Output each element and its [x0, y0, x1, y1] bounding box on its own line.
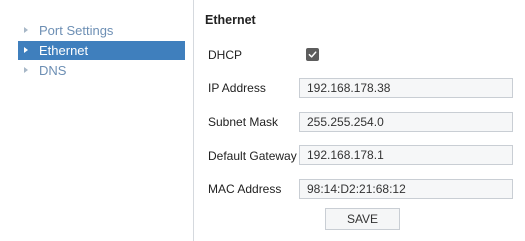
dhcp-checkbox[interactable] — [306, 48, 319, 61]
sidebar-item-label: DNS — [39, 63, 67, 78]
triangle-right-icon — [24, 26, 34, 35]
subnet-mask-label: Subnet Mask — [208, 115, 279, 129]
mac-address-label: MAC Address — [208, 182, 282, 196]
default-gateway-field[interactable] — [299, 145, 513, 165]
ip-address-label: IP Address — [208, 81, 266, 95]
sidebar: Port Settings Ethernet DNS — [0, 0, 194, 241]
mac-address-field[interactable] — [299, 179, 513, 199]
ethernet-settings-page: Port Settings Ethernet DNS Ethernet DHCP… — [0, 0, 525, 241]
subnet-mask-field[interactable] — [299, 112, 513, 132]
sidebar-item-ethernet[interactable]: Ethernet — [18, 41, 185, 60]
sidebar-nav: Port Settings Ethernet DNS — [18, 21, 185, 81]
default-gateway-label: Default Gateway — [208, 149, 297, 163]
sidebar-item-label: Ethernet — [39, 43, 89, 58]
ip-address-field[interactable] — [299, 78, 513, 98]
panel-title: Ethernet — [205, 13, 256, 27]
checkmark-icon — [308, 51, 317, 58]
save-button[interactable]: SAVE — [325, 208, 400, 230]
sidebar-item-label: Port Settings — [39, 23, 114, 38]
settings-panel: Ethernet DHCP IP Address Subnet Mask Def… — [194, 0, 525, 241]
triangle-right-icon — [24, 66, 34, 75]
triangle-right-icon — [24, 46, 34, 55]
dhcp-label: DHCP — [208, 48, 243, 62]
sidebar-item-dns[interactable]: DNS — [18, 61, 185, 80]
sidebar-item-port-settings[interactable]: Port Settings — [18, 21, 185, 40]
